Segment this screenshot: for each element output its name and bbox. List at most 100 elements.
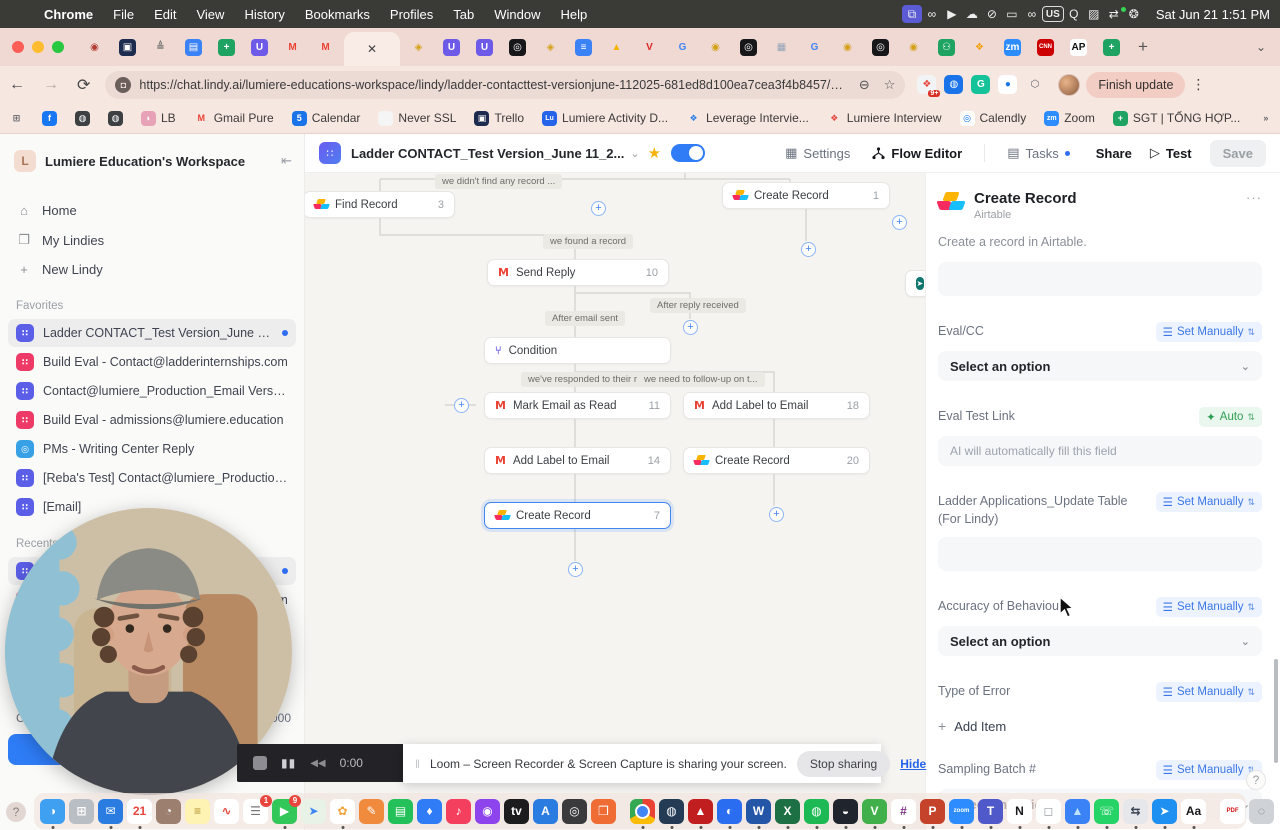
add-step-button[interactable]: + xyxy=(591,201,606,216)
restart-recording-button[interactable]: ◀◀ xyxy=(310,758,325,769)
coin-tab[interactable]: ◉ xyxy=(707,39,724,56)
clipped-node[interactable]: ➤C xyxy=(905,270,925,297)
menu-chrome[interactable]: Chrome xyxy=(34,7,103,22)
panel-scrollbar[interactable] xyxy=(1274,659,1278,763)
dock-word[interactable]: W xyxy=(746,799,771,824)
address-bar[interactable]: ◘ https://chat.lindy.ai/lumiere-educatio… xyxy=(105,71,905,99)
dock-podcasts[interactable]: ◉ xyxy=(475,799,500,824)
add-step-button[interactable]: + xyxy=(892,215,907,230)
zoom-page-icon[interactable]: ⊖ xyxy=(859,77,870,93)
gmail-tab[interactable]: M xyxy=(317,39,334,56)
dock-books[interactable]: ❒ xyxy=(591,799,616,824)
dark-circle-tab[interactable]: ◎ xyxy=(872,39,889,56)
lindy-tab[interactable]: U xyxy=(476,39,493,56)
dark-circle-tab[interactable]: ◎ xyxy=(740,39,757,56)
lindy-tab[interactable]: U xyxy=(443,39,460,56)
screen-sharing-indicator[interactable]: ⧉ xyxy=(902,5,922,23)
active-tab[interactable]: ✕ xyxy=(344,32,400,66)
back-button[interactable]: ← xyxy=(9,76,25,94)
field-mode-chip[interactable]: ✦Auto⇅ xyxy=(1199,407,1262,427)
lb-bookmark[interactable]: ◗LB xyxy=(141,111,176,126)
dock-acrobat[interactable]: ▲ xyxy=(688,799,713,824)
gmail-tab[interactable]: M xyxy=(284,39,301,56)
reload-button[interactable]: ⟳ xyxy=(77,75,90,95)
dock-notion[interactable]: N xyxy=(1007,799,1032,824)
browser-menu-dots[interactable]: ⋮ xyxy=(1191,76,1205,93)
stop-sharing-button[interactable]: Stop sharing xyxy=(797,751,890,777)
dock-app-store[interactable]: A xyxy=(533,799,558,824)
field-input[interactable]: AI will automatically fill this field xyxy=(938,436,1262,466)
dock-compass-app[interactable]: ◐ xyxy=(717,799,742,824)
lumiere-bookmark[interactable]: LuLumiere Activity D... xyxy=(542,111,668,126)
menu-history[interactable]: History xyxy=(234,7,294,22)
dock-photos[interactable]: ✿ xyxy=(330,799,355,824)
play-circle-icon[interactable]: ▶ xyxy=(942,5,962,23)
clipboard-tab[interactable]: ▤ xyxy=(185,39,202,56)
enable-toggle[interactable] xyxy=(671,144,705,162)
dark-circle-tab[interactable]: ◎ xyxy=(509,39,526,56)
field-input[interactable] xyxy=(938,537,1262,571)
facebook-bookmark[interactable]: f xyxy=(42,111,57,126)
drive-tab[interactable]: ▲ xyxy=(608,39,625,56)
dock-apple-tv[interactable]: tv xyxy=(504,799,529,824)
share-button[interactable]: Share xyxy=(1096,146,1132,161)
extension-colorful-icon[interactable]: ❖9+ xyxy=(917,75,936,94)
list-item[interactable]: ∷Contact@lumiere_Production_Email Versio… xyxy=(8,377,296,405)
battery-icon[interactable]: ▭ xyxy=(1002,5,1022,23)
bookmarks-overflow[interactable]: » xyxy=(1258,111,1273,126)
ap-tab[interactable]: AP xyxy=(1070,39,1087,56)
coin-tab[interactable]: ◉ xyxy=(905,39,922,56)
close-tab-icon[interactable]: ✕ xyxy=(367,42,377,56)
sheets-bookmark[interactable]: +SGT | TỔNG HỢP... xyxy=(1113,111,1240,126)
link-rings-icon[interactable]: ∞ xyxy=(1022,5,1042,23)
settings-button[interactable]: ▦ Settings xyxy=(785,145,850,161)
condition-node[interactable]: ⑂Condition xyxy=(484,337,671,364)
siri-icon[interactable]: ❂ xyxy=(1124,5,1144,23)
sheets-tab[interactable]: + xyxy=(1103,39,1120,56)
docs-tab[interactable]: ≡ xyxy=(575,39,592,56)
onepassword-icon[interactable]: ◍ xyxy=(944,75,963,94)
flow-editor-tab[interactable]: Flow Editor xyxy=(872,146,962,161)
lumiere-interview-bookmark[interactable]: ❖Lumiere Interview xyxy=(827,111,942,126)
add-label-to-email-node[interactable]: MAdd Label to Email14 xyxy=(484,447,671,474)
list-item[interactable]: ∷[Reba's Test] Contact@lumiere_Productio… xyxy=(8,464,296,492)
add-step-button[interactable]: + xyxy=(769,507,784,522)
forward-button[interactable]: → xyxy=(43,76,59,94)
dock-numbers[interactable]: ▤ xyxy=(388,799,413,824)
dock-notes[interactable]: ≡ xyxy=(185,799,210,824)
list-item[interactable]: ∷Ladder CONTACT_Test Version_June 11_202… xyxy=(8,319,296,347)
neverssl-bookmark[interactable]: Never SSL xyxy=(378,111,456,126)
google-tab[interactable]: G xyxy=(674,39,691,56)
lindy-tab[interactable]: U xyxy=(251,39,268,56)
dock-mountains-app[interactable]: ▲ xyxy=(1065,799,1090,824)
keyboard-layout-indicator[interactable]: US xyxy=(1042,6,1064,22)
dock-paper-plane-app[interactable]: ➤ xyxy=(1152,799,1177,824)
dock-reminders[interactable]: ☰1 xyxy=(243,799,268,824)
field-mode-chip[interactable]: ☰Set Manually⇅ xyxy=(1156,492,1262,512)
dock-finder[interactable]: ◑ xyxy=(40,799,65,824)
dock-slack[interactable]: # xyxy=(891,799,916,824)
upload-tab[interactable]: ≜ xyxy=(152,39,169,56)
dock-pdf-document[interactable]: PDF xyxy=(1220,799,1245,824)
dock-maps[interactable]: ➤ xyxy=(301,799,326,824)
menu-tab[interactable]: Tab xyxy=(443,7,484,22)
menu-window[interactable]: Window xyxy=(484,7,550,22)
add-label-to-email-node[interactable]: MAdd Label to Email18 xyxy=(683,392,870,419)
menu-edit[interactable]: Edit xyxy=(144,7,186,22)
focus-icon[interactable]: ⊘ xyxy=(982,5,1002,23)
bookmark-star-icon[interactable]: ☆ xyxy=(884,77,896,93)
dock-contacts[interactable]: ◔ xyxy=(156,799,181,824)
mark-email-as-read-node[interactable]: MMark Email as Read11 xyxy=(484,392,671,419)
field-mode-chip[interactable]: ☰Set Manually⇅ xyxy=(1156,322,1262,342)
sidebar-item-home[interactable]: ⌂Home xyxy=(0,196,304,225)
gold-diamond-tab[interactable]: ◈ xyxy=(542,39,559,56)
zoom-tab[interactable]: zm xyxy=(1004,39,1021,56)
dock-facetime[interactable]: ▶9 xyxy=(272,799,297,824)
menu-bar-clock[interactable]: Sat Jun 21 1:51 PM xyxy=(1156,7,1270,22)
recording-tab[interactable]: ◉ xyxy=(86,39,103,56)
dock-chrome[interactable] xyxy=(630,799,655,824)
sidebar-item-new-lindy[interactable]: +New Lindy xyxy=(0,255,304,284)
dock-camera-app[interactable]: ◎ xyxy=(562,799,587,824)
create-record-node[interactable]: Create Record7 xyxy=(484,502,671,529)
dock-dark-app[interactable]: ◒ xyxy=(833,799,858,824)
